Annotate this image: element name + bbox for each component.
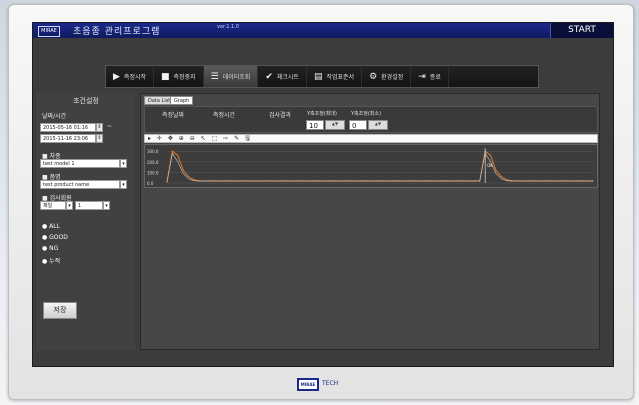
menu-measure-start[interactable]: ▶ 측정시작 [106,66,155,87]
brand-logo-mark: MIRAE [297,378,319,391]
data-point [177,154,179,157]
date-separator: ~ [107,123,113,130]
radio-cumulative[interactable]: ● 누적 [42,256,60,265]
y-max-input[interactable]: 10 [306,120,324,130]
series-line-0 [166,150,593,183]
col-y-min: Y축조정(최소) [351,111,381,117]
radio-good[interactable]: ● GOOD [42,234,68,241]
date-to-spinner[interactable]: ⇕ [96,134,103,143]
data-point [500,175,503,178]
column-header-bar: 측정날짜 측정시간 검사결과 Y축조정(최대) Y축조정(최소) 10 ▲▼ 0… [144,106,598,133]
title-bar: MIRAE 초음종 관리프로그램 ver.1.1.0 START [33,23,613,38]
graph-toolbar[interactable]: ▸ ✛ ✥ ⊕ ⊖ ↖ ⬚ ⇨ ✎ 🖫 [144,134,598,143]
menu-data-lookup[interactable]: ☰ 데이터조회 [203,66,259,87]
y-min-input[interactable]: 0 [349,120,367,130]
condition-panel: 조건설정 날짜/시간 2015-05-16 01:16 ⇕ ~ 2015-11-… [37,93,135,350]
tab-graph[interactable]: Graph [170,96,194,105]
date-from-field[interactable]: 2015-05-16 01:16 [40,123,96,132]
col-measure-date: 측정날짜 [162,112,185,119]
cursor-label: OK [487,163,493,168]
range-dropdown-2-icon[interactable]: ▾ [103,201,110,210]
y-min-spinner[interactable]: ▲▼ [368,120,388,130]
data-point [182,169,184,171]
menu-exit[interactable]: ⇥ 종료 [411,66,449,87]
data-point [187,175,190,178]
gear-icon: ⚙ [369,71,378,82]
main-menu: ▶ 측정시작 ■ 측정중지 ☰ 데이터조회 ✔ 체크시트 ▤ 작업표준서 ⚙ 환경설정 ⇥ 종… [105,65,539,88]
data-point [495,169,497,171]
data-point [489,154,492,157]
range-select-1[interactable]: 제일 [40,201,66,210]
y-max-spinner[interactable]: ▲▼ [325,120,345,130]
radio-ng[interactable]: ● NG [42,245,58,252]
app-window: MIRAE 초음종 관리프로그램 ver.1.1.0 START ▶ 측정시작 ■… [32,22,614,367]
stop-icon: ■ [161,71,170,82]
document-icon: ▤ [313,71,323,82]
graph-area: 300.0 200.0 100.0 0.0 OK [144,144,598,188]
menu-checksheet[interactable]: ✔ 체크시트 [258,66,307,87]
app-title: 초음종 관리프로그램 [73,27,161,37]
y-tick-label: 200.0 [147,160,159,165]
model-select[interactable]: test model 1 [40,159,120,168]
col-measure-time: 측정시간 [213,112,236,119]
y-tick-label: 300.0 [147,149,159,154]
series-line-1 [166,152,593,182]
brand-logo-text: TECH [322,380,339,387]
product-select[interactable]: test product name [40,180,120,189]
menu-work-standard[interactable]: ▤ 작업표준서 [307,66,363,87]
data-panel: Data List Graph 측정날짜 측정시간 검사결과 Y축조정(최대) … [140,93,600,350]
list-icon: ☰ [210,71,219,82]
date-to-field[interactable]: 2015-11-16 23:06 [40,134,96,143]
model-dropdown-icon[interactable]: ▾ [120,159,127,168]
product-dropdown-icon[interactable]: ▾ [120,180,127,189]
radio-all[interactable]: ● ALL [42,223,60,230]
save-button[interactable]: 저장 [43,302,77,319]
start-status: START [550,23,613,38]
play-icon: ▶ [113,71,120,82]
range-dropdown-1-icon[interactable]: ▾ [66,201,73,210]
range-select-2[interactable]: 1 [75,201,103,210]
condition-header: 조건설정 [73,97,99,105]
col-y-max: Y축조정(최대) [307,111,337,117]
line-chart: 300.0 200.0 100.0 0.0 OK [147,148,594,186]
app-logo: MIRAE [38,26,60,37]
menu-settings[interactable]: ⚙ 환경설정 [362,66,412,87]
app-version: ver.1.1.0 [217,24,239,30]
menu-measure-stop[interactable]: ■ 측정중지 [154,66,204,87]
data-point [171,150,174,152]
exit-icon: ⇥ [418,71,426,82]
y-tick-label: 0.0 [147,181,154,186]
date-from-spinner[interactable]: ⇕ [96,123,103,132]
brand-logo: MIRAE TECH [297,377,355,394]
checkmark-icon: ✔ [265,71,273,82]
date-label: 날짜/시간 [42,113,67,120]
col-result: 검사결과 [269,112,292,119]
y-tick-label: 100.0 [147,170,159,175]
